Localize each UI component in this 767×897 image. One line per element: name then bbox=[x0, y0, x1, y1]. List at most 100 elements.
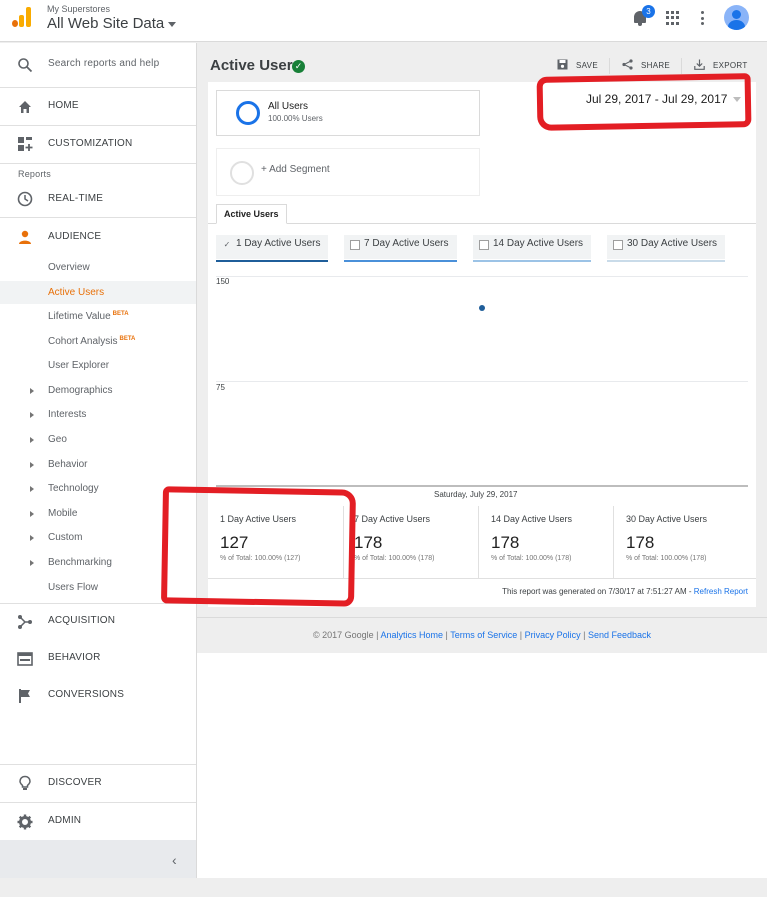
sidebar-label-discover: DISCOVER bbox=[48, 777, 102, 788]
x-axis bbox=[216, 485, 748, 487]
stat-value: 178 bbox=[626, 533, 655, 552]
sidebar-item-behavior-section[interactable]: BEHAVIOR bbox=[0, 640, 196, 677]
checkbox-unchecked[interactable] bbox=[613, 240, 623, 250]
gridline bbox=[216, 381, 748, 382]
metric-toggle-1-day[interactable]: ✓ 1 Day Active Users bbox=[216, 235, 328, 262]
sidebar-item-technology[interactable]: Technology bbox=[48, 483, 99, 494]
metric-toggle-7-day[interactable]: 7 Day Active Users bbox=[344, 235, 457, 262]
sidebar-label-admin: ADMIN bbox=[48, 815, 82, 826]
link-analytics-home[interactable]: Analytics Home bbox=[381, 630, 444, 640]
collapse-sidebar-button[interactable]: ‹ bbox=[0, 840, 196, 878]
stat-total: % of Total: 100.00% (178) bbox=[491, 555, 572, 562]
segment-all-users[interactable]: All Users 100.00% Users bbox=[216, 90, 480, 136]
expand-arrow-icon[interactable] bbox=[30, 560, 34, 566]
sidebar-label-audience: AUDIENCE bbox=[48, 231, 102, 242]
data-point[interactable] bbox=[479, 305, 485, 312]
sidebar-label-customization: CUSTOMIZATION bbox=[48, 138, 133, 149]
tab-active-users[interactable]: Active Users bbox=[216, 204, 287, 224]
sidebar-label-conversions: CONVERSIONS bbox=[48, 689, 125, 700]
expand-arrow-icon[interactable] bbox=[30, 437, 34, 443]
analytics-logo-icon[interactable] bbox=[12, 7, 32, 27]
cohort-analysis-label: Cohort Analysis bbox=[48, 336, 118, 347]
stat-14-day[interactable]: 14 Day Active Users 178 % of Total: 100.… bbox=[478, 506, 613, 578]
caret-down-icon bbox=[168, 21, 177, 27]
sidebar-item-demographics[interactable]: Demographics bbox=[48, 385, 112, 396]
link-send-feedback[interactable]: Send Feedback bbox=[588, 630, 651, 640]
metric-label: 7 Day Active Users bbox=[364, 238, 449, 249]
link-terms-of-service[interactable]: Terms of Service bbox=[450, 630, 517, 640]
metric-toggle-30-day[interactable]: 30 Day Active Users bbox=[607, 235, 725, 262]
sidebar-item-active-users[interactable]: Active Users bbox=[48, 287, 104, 298]
export-icon[interactable] bbox=[694, 59, 705, 70]
view-selector[interactable]: All Web Site Data bbox=[47, 15, 177, 32]
sidebar-item-custom[interactable]: Custom bbox=[48, 532, 82, 543]
expand-arrow-icon[interactable] bbox=[30, 486, 34, 492]
sidebar-item-interests[interactable]: Interests bbox=[48, 409, 86, 420]
sidebar-item-overview[interactable]: Overview bbox=[48, 262, 90, 273]
page-footer: © 2017 Google | Analytics Home | Terms o… bbox=[197, 617, 767, 653]
expand-arrow-icon[interactable] bbox=[30, 388, 34, 394]
sidebar-item-admin[interactable]: ADMIN bbox=[0, 803, 196, 840]
search-reports[interactable]: Search reports and help bbox=[0, 43, 196, 87]
metric-label: 1 Day Active Users bbox=[236, 238, 321, 249]
footer-separator: | bbox=[580, 630, 588, 640]
sidebar-item-acquisition[interactable]: ACQUISITION bbox=[0, 603, 196, 640]
stat-name: 30 Day Active Users bbox=[626, 514, 708, 524]
checkbox-checked[interactable]: ✓ bbox=[222, 240, 232, 250]
stat-name: 7 Day Active Users bbox=[354, 514, 431, 524]
link-privacy-policy[interactable]: Privacy Policy bbox=[525, 630, 581, 640]
checkbox-unchecked[interactable] bbox=[479, 240, 489, 250]
y-tick-label: 75 bbox=[216, 383, 225, 392]
share-icon[interactable] bbox=[622, 59, 633, 70]
stat-value: 178 bbox=[491, 533, 520, 552]
expand-arrow-icon[interactable] bbox=[30, 511, 34, 517]
sidebar-item-customization[interactable]: CUSTOMIZATION bbox=[0, 126, 196, 163]
sidebar-item-discover[interactable]: DISCOVER bbox=[0, 765, 196, 802]
sidebar-item-realtime[interactable]: REAL-TIME bbox=[0, 183, 196, 215]
metric-color-bar bbox=[473, 260, 591, 262]
sidebar-item-geo[interactable]: Geo bbox=[48, 434, 67, 445]
sidebar-item-conversions[interactable]: CONVERSIONS bbox=[0, 677, 196, 714]
expand-arrow-icon[interactable] bbox=[30, 462, 34, 468]
sidebar-item-audience[interactable]: AUDIENCE bbox=[0, 221, 196, 253]
checkbox-unchecked[interactable] bbox=[350, 240, 360, 250]
stat-value: 178 bbox=[354, 533, 383, 552]
copyright: © 2017 Google | bbox=[312, 630, 381, 640]
segment-percent: 100.00% Users bbox=[268, 114, 323, 123]
stat-30-day[interactable]: 30 Day Active Users 178 % of Total: 100.… bbox=[613, 506, 756, 578]
metric-color-bar bbox=[344, 260, 457, 262]
red-annotation-date-range bbox=[536, 73, 752, 131]
sidebar-item-behavior[interactable]: Behavior bbox=[48, 459, 87, 470]
stat-7-day[interactable]: 7 Day Active Users 178 % of Total: 100.0… bbox=[343, 506, 478, 578]
customization-icon bbox=[18, 137, 33, 151]
sidebar-item-benchmarking[interactable]: Benchmarking bbox=[48, 557, 112, 568]
person-icon bbox=[19, 230, 31, 244]
segment-ring-icon bbox=[236, 101, 260, 125]
expand-arrow-icon[interactable] bbox=[30, 535, 34, 541]
empty-area bbox=[197, 653, 767, 878]
sidebar-item-users-flow[interactable]: Users Flow bbox=[48, 582, 98, 593]
notification-count-badge: 3 bbox=[642, 5, 655, 18]
save-icon[interactable] bbox=[557, 59, 568, 70]
share-button[interactable]: SHARE bbox=[641, 61, 670, 70]
behavior-icon bbox=[17, 652, 33, 666]
sidebar-item-lifetime-value[interactable]: Lifetime Value BETA bbox=[48, 311, 129, 322]
tab-strip bbox=[208, 223, 756, 224]
sidebar-item-user-explorer[interactable]: User Explorer bbox=[48, 360, 109, 371]
y-tick-label: 150 bbox=[216, 277, 230, 286]
metric-toggle-14-day[interactable]: 14 Day Active Users bbox=[473, 235, 591, 262]
apps-grid-icon[interactable] bbox=[666, 11, 680, 25]
export-button[interactable]: EXPORT bbox=[713, 61, 748, 70]
save-button[interactable]: SAVE bbox=[576, 61, 598, 70]
sidebar-item-cohort-analysis[interactable]: Cohort Analysis BETA bbox=[48, 336, 135, 347]
sidebar-label-home: HOME bbox=[48, 100, 79, 111]
more-options-icon[interactable] bbox=[701, 11, 705, 25]
account-avatar[interactable] bbox=[724, 5, 749, 30]
empty-segment-ring-icon bbox=[230, 161, 254, 185]
expand-arrow-icon[interactable] bbox=[30, 412, 34, 418]
add-segment-button[interactable]: + Add Segment bbox=[216, 148, 480, 196]
sidebar-item-home[interactable]: HOME bbox=[0, 88, 196, 125]
refresh-report-link[interactable]: Refresh Report bbox=[694, 587, 748, 596]
stat-total: % of Total: 100.00% (178) bbox=[354, 555, 435, 562]
sidebar-item-mobile[interactable]: Mobile bbox=[48, 508, 77, 519]
